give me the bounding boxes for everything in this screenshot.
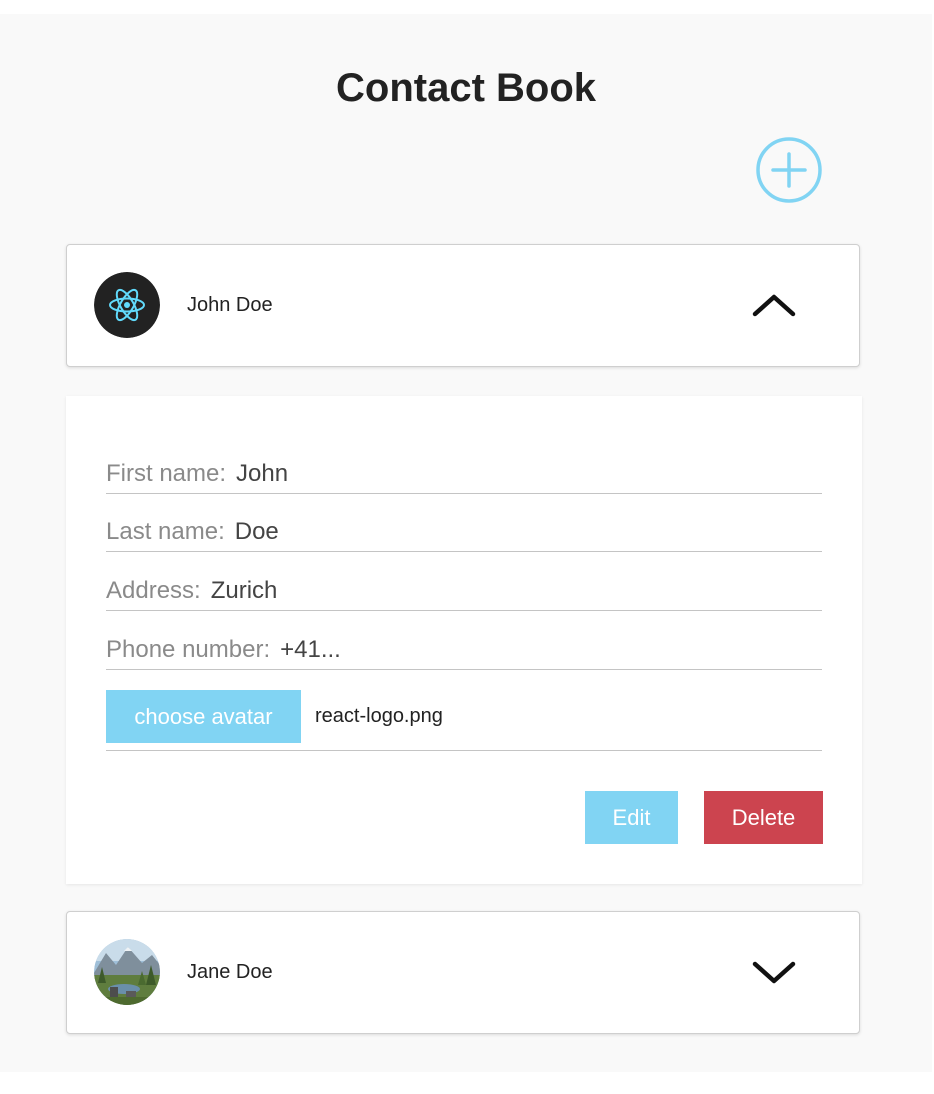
phone-number-label: Phone number: [106, 636, 271, 663]
delete-button[interactable]: Delete [704, 791, 823, 844]
add-contact-button[interactable] [756, 137, 822, 203]
landscape-photo-avatar [94, 939, 160, 1005]
first-name-label: First name: [106, 460, 227, 487]
react-logo-avatar [94, 272, 160, 338]
contact-card-jane-doe[interactable]: Jane Doe [66, 911, 860, 1034]
plus-circle-icon [756, 137, 822, 203]
collapse-toggle[interactable] [751, 287, 797, 323]
contact-details-panel: First name: Last name: Address: Phone nu… [66, 396, 862, 884]
contact-book-app: Contact Book John Doe First name: John L… [0, 14, 932, 1072]
expand-toggle[interactable] [751, 954, 797, 990]
contact-name: John Doe [187, 294, 273, 316]
first-name-input[interactable] [236, 460, 822, 488]
avatar-file-name: react-logo.png [315, 705, 443, 727]
address-label: Address: [106, 577, 201, 604]
page-title: Contact Book [336, 66, 596, 110]
last-name-label: Last name: [106, 518, 225, 545]
contact-name: Jane Doe [187, 961, 273, 983]
chevron-up-icon [751, 287, 797, 323]
contact-card-john-doe[interactable]: John Doe [66, 244, 860, 367]
last-name-field: Last name: [106, 512, 822, 552]
avatar-file-row: choose avatar react-logo.png [106, 690, 822, 751]
phone-number-field: Phone number: [106, 630, 822, 670]
address-input[interactable] [210, 577, 822, 605]
edit-button[interactable]: Edit [585, 791, 678, 844]
choose-avatar-button[interactable]: choose avatar [106, 690, 301, 743]
first-name-field: First name: [106, 454, 822, 494]
address-field: Address: [106, 571, 822, 611]
chevron-down-icon [751, 954, 797, 990]
last-name-input[interactable] [234, 518, 822, 546]
phone-number-input[interactable] [280, 636, 822, 664]
